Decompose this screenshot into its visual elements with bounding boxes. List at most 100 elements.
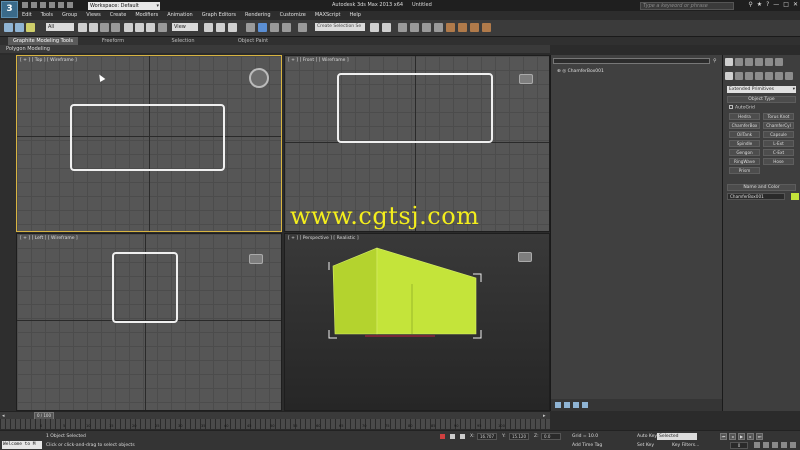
viewcube-icon[interactable] [519, 74, 533, 84]
explorer-item-chamferbox[interactable]: ⊕ ◎ ChamferBox001 [557, 69, 604, 74]
previous-frame-icon[interactable]: ◂ [729, 433, 736, 440]
keyboard-shortcut-override-icon[interactable] [228, 23, 237, 32]
communication-center-icon[interactable]: ★ [757, 1, 762, 8]
next-frame-icon[interactable]: ▸ [747, 433, 754, 440]
lights-icon[interactable] [745, 72, 753, 80]
select-by-name-icon[interactable] [89, 23, 98, 32]
viewport-label-front[interactable]: [ + ] [ Front ] [ Wireframe ] [288, 58, 349, 63]
quick-access-toolbar[interactable] [22, 2, 73, 8]
helpers-icon[interactable] [765, 72, 773, 80]
pivot-point-icon[interactable] [204, 23, 213, 32]
rollout-object-type[interactable]: Object Type [727, 96, 796, 103]
current-frame-field[interactable]: 0 [730, 442, 748, 449]
shapes-icon[interactable] [735, 72, 743, 80]
select-none-icon[interactable] [564, 402, 570, 408]
time-slider[interactable]: 0 / 100 ◂ ▸ [0, 411, 550, 420]
select-link-icon[interactable] [4, 23, 13, 32]
go-to-start-icon[interactable]: ⏮ [720, 433, 727, 440]
modify-tab-icon[interactable] [735, 58, 743, 66]
gengon-button[interactable]: Gengon [729, 148, 760, 156]
menu-graph-editors[interactable]: Graph Editors [202, 11, 236, 20]
menu-group[interactable]: Group [62, 11, 77, 20]
named-selection-set-field[interactable]: Create Selection Se [315, 23, 365, 31]
systems-icon[interactable] [785, 72, 793, 80]
viewport-top[interactable]: [ + ] [ Top ] [ Wireframe ] [16, 55, 282, 232]
menu-maxscript[interactable]: MAXScript [315, 11, 341, 20]
menu-create[interactable]: Create [110, 11, 127, 20]
primitive-category-dropdown[interactable]: Extended Primitives ▾ [727, 86, 796, 93]
oiltank-button[interactable]: OilTank [729, 130, 760, 138]
binoculars-icon[interactable]: ⚲ [748, 1, 752, 8]
spinner-snap-icon[interactable] [282, 23, 291, 32]
curve-editor-icon[interactable] [422, 23, 431, 32]
render-production-icon[interactable] [482, 23, 491, 32]
z-coordinate-field[interactable]: 0.0 [541, 433, 561, 440]
absolute-mode-icon[interactable] [460, 434, 465, 439]
menu-help[interactable]: Help [350, 11, 361, 20]
mirror-icon[interactable] [370, 23, 379, 32]
pan-icon[interactable] [781, 442, 787, 448]
y-coordinate-field[interactable]: 15.120 [509, 433, 529, 440]
filter-icon[interactable]: ⚲ [713, 58, 717, 64]
checkbox-icon[interactable] [729, 105, 733, 109]
add-time-tag-button[interactable]: Add Time Tag [572, 443, 602, 448]
chamferbox-button[interactable]: ChamferBox [729, 121, 760, 129]
align-icon[interactable] [382, 23, 391, 32]
autogrid-checkbox[interactable]: AutoGrid [729, 105, 794, 111]
window-crossing-icon[interactable] [111, 23, 120, 32]
percent-snap-icon[interactable] [270, 23, 279, 32]
play-icon[interactable]: ▶ [738, 433, 745, 440]
bind-space-warp-icon[interactable] [26, 23, 35, 32]
viewport-label-top[interactable]: [ + ] [ Top ] [ Wireframe ] [20, 58, 77, 63]
key-mode-dropdown[interactable]: Selected [657, 433, 697, 440]
workspace-dropdown[interactable]: Workspace: Default ▾ [88, 2, 160, 10]
app-logo-button[interactable]: 3 [1, 1, 18, 18]
viewport-label-left[interactable]: [ + ] [ Left ] [ Wireframe ] [20, 236, 78, 241]
chamfercyl-button[interactable]: ChamferCyl [763, 121, 794, 129]
menu-views[interactable]: Views [86, 11, 100, 20]
tab-graphite-modeling-tools[interactable]: Graphite Modeling Tools [8, 37, 78, 45]
viewcube-icon[interactable] [518, 252, 532, 262]
menu-modifiers[interactable]: Modifiers [135, 11, 158, 20]
zoom-all-icon[interactable] [763, 442, 769, 448]
torus-knot-button[interactable]: Torus Knot [763, 112, 794, 120]
ringwave-button[interactable]: RingWave [729, 157, 760, 165]
auto-key-button[interactable]: Auto Key [637, 434, 657, 439]
chamferbox-wireframe-front[interactable] [337, 73, 493, 143]
utilities-tab-icon[interactable] [775, 58, 783, 66]
rollout-name-and-color[interactable]: Name and Color [727, 183, 796, 191]
rectangular-selection-icon[interactable] [100, 23, 109, 32]
selection-filter-dropdown[interactable]: All [46, 23, 74, 31]
move-icon[interactable] [124, 23, 133, 32]
chamferbox-wireframe-left[interactable] [112, 252, 178, 323]
viewport-perspective[interactable]: [ + ] [ Perspective ] [ Realistic ] [284, 233, 550, 411]
select-all-icon[interactable] [555, 402, 561, 408]
rotate-icon[interactable] [135, 23, 144, 32]
zoom-extents-icon[interactable] [772, 442, 778, 448]
graphite-toggle-icon[interactable] [410, 23, 419, 32]
go-to-end-icon[interactable]: ⏭ [756, 433, 763, 440]
schematic-view-icon[interactable] [434, 23, 443, 32]
viewcube-icon[interactable] [249, 68, 269, 88]
isolate-selection-icon[interactable] [440, 434, 445, 439]
geometry-icon[interactable] [725, 72, 733, 80]
angle-snap-icon[interactable] [258, 23, 267, 32]
display-tab-icon[interactable] [765, 58, 773, 66]
save-file-icon[interactable] [40, 2, 46, 8]
menu-edit[interactable]: Edit [22, 11, 32, 20]
menu-customize[interactable]: Customize [280, 11, 306, 20]
new-file-icon[interactable] [22, 2, 28, 8]
unlink-icon[interactable] [15, 23, 24, 32]
maximize-icon[interactable]: □ [783, 1, 789, 8]
menu-animation[interactable]: Animation [167, 11, 193, 20]
project-folder-icon[interactable] [67, 2, 73, 8]
viewcube-icon[interactable] [249, 254, 263, 264]
display-filter-icon[interactable] [582, 402, 588, 408]
help-icon[interactable]: ? [766, 1, 769, 8]
spindle-button[interactable]: Spindle [729, 139, 760, 147]
hose-button[interactable]: Hose [763, 157, 794, 165]
create-tab-icon[interactable] [725, 58, 733, 66]
rendered-frame-window-icon[interactable] [470, 23, 479, 32]
selection-lock-icon[interactable] [450, 434, 455, 439]
object-color-swatch[interactable] [790, 192, 799, 200]
